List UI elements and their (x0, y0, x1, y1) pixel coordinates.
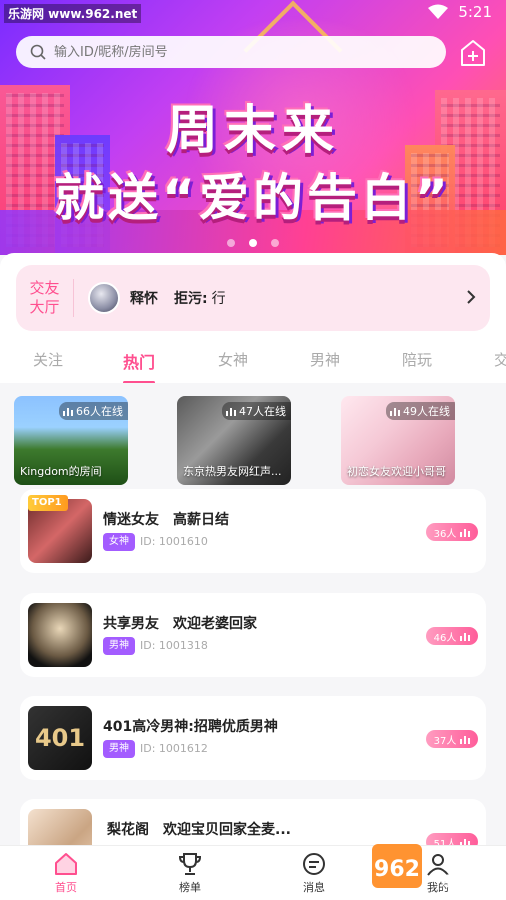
featured-room-name: 东京热男友网红声... (183, 465, 282, 478)
room-online-pill: 46人 (426, 627, 478, 645)
chat-hall-entry[interactable]: 交友 大厅 释怀 拒污: 行 (16, 265, 490, 331)
room-card[interactable]: 401 401高冷男神:招聘优质男神 男神 ID: 1001612 37人 (20, 696, 486, 780)
tab-companion[interactable]: 陪玩 (402, 349, 432, 370)
room-id: ID: 1001318 (140, 639, 208, 652)
tab-goddess[interactable]: 女神 (218, 349, 248, 370)
signal-icon (460, 735, 471, 744)
online-count: 66人在线 (59, 402, 128, 420)
hall-message-sender: 拒污: (174, 291, 208, 307)
wifi-icon (428, 4, 449, 19)
category-tabs: 关注 热门 女神 男神 陪玩 交 (0, 345, 506, 385)
svg-text:962: 962 (374, 857, 420, 882)
featured-room[interactable]: 66人在线 Kingdom的房间 (14, 396, 128, 485)
hall-message-text: 行 (211, 291, 226, 307)
signal-icon (226, 407, 236, 416)
room-online-pill: 36人 (426, 523, 478, 541)
home-icon (55, 853, 77, 875)
room-tag: 男神 (103, 637, 135, 655)
banner-headline-2: 就送“爱的告白” (54, 169, 452, 227)
hall-user-name: 释怀 (130, 291, 158, 307)
tab-more[interactable]: 交 (494, 349, 506, 370)
banner-dot[interactable] (227, 239, 235, 247)
search-bar[interactable] (16, 36, 446, 68)
room-id: ID: 1001610 (140, 535, 208, 548)
tab-hot[interactable]: 热门 (123, 349, 155, 373)
tab-follow[interactable]: 关注 (33, 349, 63, 370)
chat-hall-label: 交友 大厅 (16, 279, 74, 317)
signal-icon (460, 632, 471, 641)
signal-icon (460, 528, 471, 537)
room-title: 共享男友 欢迎老婆回家 (103, 616, 257, 632)
chevron-right-icon (467, 290, 476, 304)
signal-icon (63, 407, 73, 416)
status-bar: 乐游网 www.962.net 5:21 (0, 0, 506, 28)
room-thumbnail (28, 603, 92, 667)
featured-room[interactable]: 47人在线 东京热男友网红声... (177, 396, 291, 485)
room-thumbnail: 401 (28, 706, 92, 770)
room-tag: 女神 (103, 533, 135, 551)
room-title: 梨花阁 欢迎宝贝回家全麦... (107, 822, 291, 838)
signal-icon (390, 407, 400, 416)
add-room-icon[interactable] (458, 38, 488, 68)
message-icon (303, 853, 325, 875)
watermark-site: 乐游网 www.962.net (4, 4, 142, 23)
svg-text:乐游网: 乐游网 (441, 873, 483, 890)
room-card[interactable]: TOP1 情迷女友 高薪日结 女神 ID: 1001610 36人 (20, 489, 486, 573)
nav-ranking[interactable]: 榜单 (160, 852, 220, 895)
trophy-icon (178, 853, 202, 875)
room-title: 情迷女友 高薪日结 (103, 512, 229, 528)
search-icon (30, 44, 46, 60)
banner-dot[interactable] (271, 239, 279, 247)
room-card[interactable]: 共享男友 欢迎老婆回家 男神 ID: 1001318 46人 (20, 593, 486, 677)
banner-pagination (0, 239, 506, 247)
nav-messages[interactable]: 消息 (284, 852, 344, 895)
watermark-logo: 962 .NET 乐游网 (372, 844, 483, 890)
room-online-pill: 37人 (426, 730, 478, 748)
banner-dot-active[interactable] (249, 239, 257, 247)
banner-headline-1: 周末来 (165, 101, 340, 161)
room-title: 401高冷男神:招聘优质男神 (103, 719, 278, 735)
featured-room-name: 初恋女友欢迎小哥哥 (347, 465, 446, 478)
featured-room-name: Kingdom的房间 (20, 465, 102, 478)
online-count: 47人在线 (222, 402, 291, 420)
room-id: ID: 1001612 (140, 742, 208, 755)
avatar (88, 282, 120, 314)
search-input[interactable] (54, 44, 394, 60)
tab-god[interactable]: 男神 (310, 349, 340, 370)
online-count: 49人在线 (386, 402, 455, 420)
svg-text:.NET: .NET (441, 851, 482, 870)
clock: 5:21 (458, 3, 492, 21)
nav-home[interactable]: 首页 (36, 852, 96, 895)
top-badge: TOP1 (28, 495, 68, 511)
room-tag: 男神 (103, 740, 135, 758)
featured-room[interactable]: 49人在线 初恋女友欢迎小哥哥 (341, 396, 455, 485)
content-panel: 交友 大厅 释怀 拒污: 行 关注 热门 女神 男神 陪玩 交 66人在线 Ki… (0, 253, 506, 900)
